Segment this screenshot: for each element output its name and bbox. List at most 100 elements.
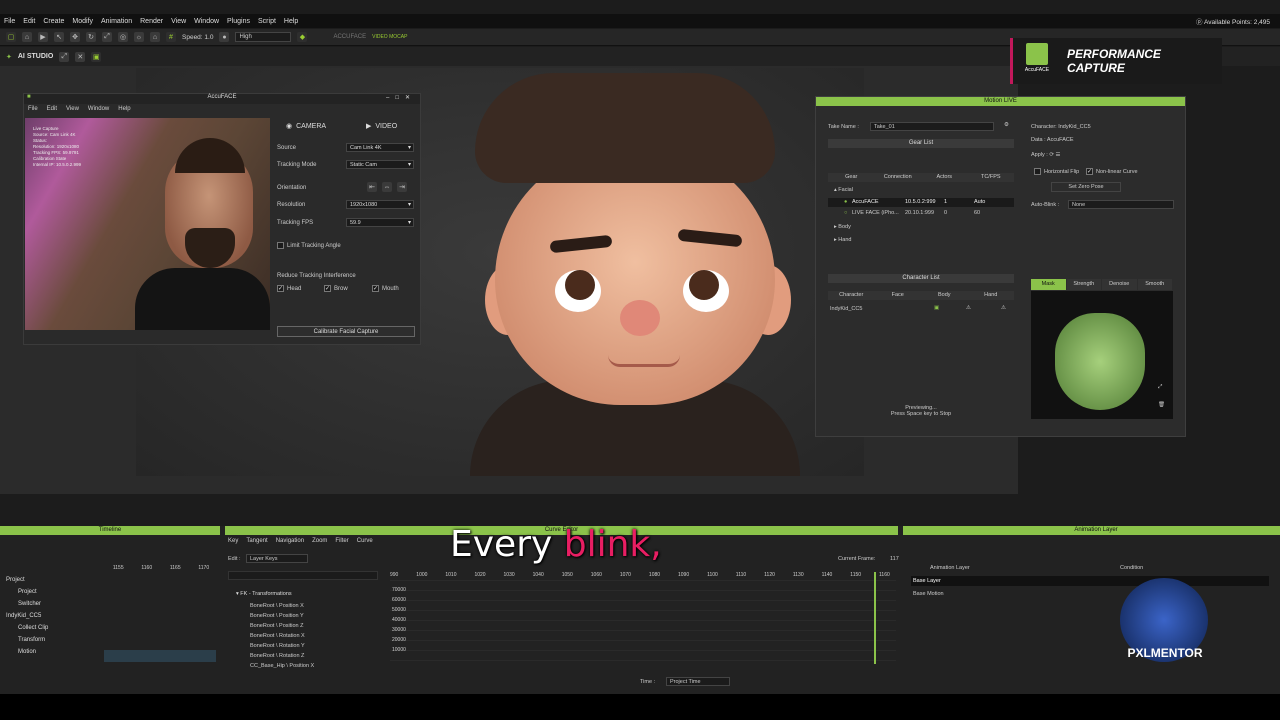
character-column-header[interactable]: Hand [968, 291, 1015, 300]
mask-tab-strength[interactable]: Strength [1066, 279, 1101, 290]
quality-select[interactable]: High [235, 32, 292, 42]
mouth-checkbox[interactable]: ✓ [372, 285, 379, 292]
timeline-track-6[interactable]: Motion [18, 649, 36, 655]
curve-y-tick[interactable]: 60000 [392, 595, 406, 605]
tab-camera[interactable]: ◉ CAMERA [286, 122, 326, 131]
menu-script[interactable]: Script [258, 18, 276, 25]
character-column-header[interactable]: Body [921, 291, 968, 300]
curve-x-tick[interactable]: 1160 [879, 572, 890, 578]
curve-search-input[interactable] [228, 571, 378, 580]
select-icon[interactable]: ↖ [54, 32, 64, 42]
accuface-tool[interactable]: ACCUFACE [333, 34, 366, 40]
motion-live-icon[interactable]: ◆ [297, 32, 308, 42]
mask-expand-icon[interactable]: ⤢ [1158, 384, 1162, 391]
auto-blink-select[interactable]: None [1068, 200, 1174, 209]
timeline-track-4[interactable]: Collect Clip [18, 625, 48, 631]
new-icon[interactable]: ▢ [6, 32, 16, 42]
accuface-menu-file[interactable]: File [28, 106, 38, 112]
head-checkbox[interactable]: ✓ [277, 285, 284, 292]
layer-row-base-motion[interactable]: Base Motion [911, 589, 944, 599]
curve-x-tick[interactable]: 1080 [649, 572, 660, 578]
curve-tree-item[interactable]: BoneRoot \ Position X [250, 601, 314, 611]
orientation-left-icon[interactable]: ⇤ [367, 182, 377, 192]
menu-help[interactable]: Help [284, 18, 298, 25]
tracking-fps-select[interactable]: 59.9 [346, 218, 414, 227]
nonlinear-curve-row[interactable]: ✓ Non-linear Curve [1086, 168, 1138, 175]
curve-tree-item[interactable]: BoneRoot \ Position Y [250, 611, 314, 621]
curve-x-tick[interactable]: 1060 [591, 572, 602, 578]
curve-tree-item[interactable]: CC_Base_Hip \ Position X [250, 661, 314, 671]
timeline-track-3[interactable]: IndyKid_CC5 [6, 613, 41, 619]
gear-column-header[interactable]: Connection [875, 173, 922, 182]
resolution-select[interactable]: 1920x1080 [346, 200, 414, 209]
body-group[interactable]: ▸ Body [834, 224, 851, 230]
curve-tree-item[interactable]: BoneRoot \ Rotation Y [250, 641, 314, 651]
timeline-tick[interactable]: 1165 [170, 565, 181, 571]
layout-icon[interactable]: ▣ [91, 51, 102, 62]
timeline-track-5[interactable]: Transform [18, 637, 45, 643]
timeline-tick[interactable]: 1160 [141, 565, 152, 571]
curve-x-tick[interactable]: 1010 [445, 572, 456, 578]
tab-video[interactable]: ▶ VIDEO [366, 122, 397, 131]
gear-column-header[interactable]: Actors [921, 173, 968, 182]
curve-x-tick[interactable]: 1140 [822, 572, 833, 578]
playhead[interactable] [874, 572, 876, 664]
mask-delete-icon[interactable]: 🗑 [1158, 402, 1165, 408]
character-column-header[interactable]: Character [828, 291, 875, 300]
gear-row-accuface[interactable]: ● AccuFACE 10.5.0.2:999 1 Auto [828, 198, 1014, 207]
speed-label[interactable]: Speed: 1.0 [182, 34, 213, 41]
curve-tree-item[interactable]: BoneRoot \ Position Z [250, 621, 314, 631]
menu-view[interactable]: View [171, 18, 186, 25]
curve-x-tick[interactable]: 1120 [764, 572, 775, 578]
brow-checkbox[interactable]: ✓ [324, 285, 331, 292]
curve-menu-curve[interactable]: Curve [357, 538, 373, 544]
accuface-menu-help[interactable]: Help [118, 106, 130, 112]
menu-create[interactable]: Create [43, 18, 64, 25]
gear-column-header[interactable]: Gear [828, 173, 875, 182]
curve-menu-navigation[interactable]: Navigation [276, 538, 304, 544]
horizontal-flip-row[interactable]: Horizontal Flip [1034, 168, 1079, 175]
play-icon[interactable]: ▶ [38, 32, 48, 42]
layer-row-base-layer[interactable]: Base Layer [911, 576, 1269, 586]
apply-icon[interactable]: ⟳ ☰ [1049, 152, 1060, 158]
curve-x-tick[interactable]: 1150 [850, 572, 861, 578]
video-mocap-tool[interactable]: VIDEO MOCAP [372, 34, 407, 40]
motion-track-bar[interactable] [104, 650, 216, 662]
calibrate-button[interactable]: Calibrate Facial Capture [277, 326, 415, 337]
curve-menu-zoom[interactable]: Zoom [312, 538, 327, 544]
head-checkbox-row[interactable]: ✓ Head [277, 285, 301, 292]
nonlinear-curve-checkbox[interactable]: ✓ [1086, 168, 1093, 175]
menu-modify[interactable]: Modify [72, 18, 93, 25]
gear-column-header[interactable]: TC/FPS [968, 173, 1015, 182]
curve-tree-item[interactable]: BoneRoot \ Rotation X [250, 631, 314, 641]
curve-menu-filter[interactable]: Filter [335, 538, 348, 544]
menu-render[interactable]: Render [140, 18, 163, 25]
gear-list-header[interactable]: Gear List [828, 139, 1014, 148]
accuface-menu-edit[interactable]: Edit [47, 106, 57, 112]
timeline-track-1[interactable]: Project [18, 589, 37, 595]
move-icon[interactable]: ✥ [70, 32, 80, 42]
expand-icon[interactable]: ⤢ [59, 51, 70, 62]
body-warning-icon[interactable]: ⚠ [966, 305, 971, 311]
take-settings-icon[interactable]: ⚙ [1004, 122, 1009, 128]
scale-icon[interactable]: ⤢ [102, 32, 112, 42]
limit-angle-checkbox[interactable] [277, 242, 284, 249]
tracking-mode-select[interactable]: Static Cam [346, 160, 414, 169]
set-zero-pose-button[interactable]: Set Zero Pose [1051, 182, 1121, 192]
close-tool-icon[interactable]: ✕ [75, 51, 86, 62]
curve-y-tick[interactable]: 70000 [392, 585, 406, 595]
time-select[interactable]: Project Time [666, 677, 730, 686]
mask-tab-mask[interactable]: Mask [1031, 279, 1066, 290]
mouth-checkbox-row[interactable]: ✓ Mouth [372, 285, 399, 292]
brow-checkbox-row[interactable]: ✓ Brow [324, 285, 348, 292]
curve-x-tick[interactable]: 1130 [793, 572, 804, 578]
curve-x-tick[interactable]: 1090 [678, 572, 689, 578]
hand-warning-icon[interactable]: ⚠ [1001, 305, 1006, 311]
curve-y-tick[interactable]: 30000 [392, 625, 406, 635]
hand-group[interactable]: ▸ Hand [834, 237, 851, 243]
open-icon[interactable]: ⌂ [22, 32, 32, 42]
rotate-icon[interactable]: ↻ [86, 32, 96, 42]
maximize-icon[interactable]: □ [395, 95, 405, 101]
mask-tab-denoise[interactable]: Denoise [1102, 279, 1137, 290]
menu-window[interactable]: Window [194, 18, 219, 25]
